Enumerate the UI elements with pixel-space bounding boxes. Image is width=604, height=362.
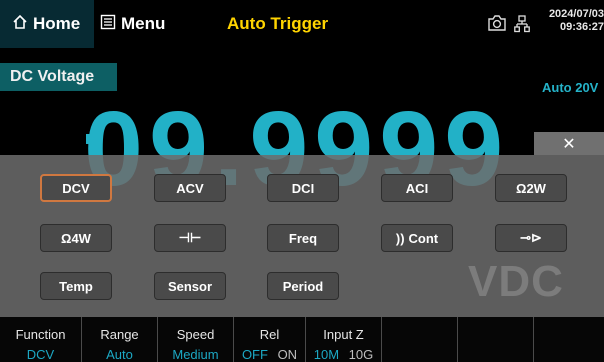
top-bar: Home Menu Auto Trigger 2024/07/03 09:36:… [0, 0, 604, 48]
softkey-input-z-label: Input Z [323, 327, 364, 342]
home-label: Home [33, 14, 81, 33]
measurement-function-badge: DC Voltage [0, 63, 117, 91]
capacitance-button[interactable]: ⊣⊢ [154, 224, 226, 252]
clock: 2024/07/03 09:36:27 [537, 8, 604, 34]
softkey-bar: Function DCV Range Auto Speed Medium Rel… [0, 317, 604, 362]
softkey-function-value: DCV [26, 347, 55, 362]
rel-off-option: OFF [241, 347, 268, 362]
freq-button[interactable]: Freq [267, 224, 339, 252]
menu-icon [100, 14, 116, 35]
network-icon [514, 15, 530, 38]
softkey-range-label: Range [100, 327, 139, 342]
trigger-mode-title: Auto Trigger [227, 14, 329, 33]
softkey-input-z[interactable]: Input Z 10M 10G [306, 317, 382, 362]
unit-label: VDC [468, 257, 564, 306]
aci-button[interactable]: ACI [381, 174, 453, 202]
dcv-label: DCV [62, 180, 90, 196]
inputz-10g-option: 10G [348, 347, 374, 362]
time-text: 09:36:27 [559, 21, 604, 33]
softkey-rel[interactable]: Rel OFF ON [234, 317, 306, 362]
resistance-2w-label: Ω2W [516, 180, 546, 196]
sensor-label: Sensor [167, 278, 213, 294]
sound-icon: )) [395, 230, 405, 246]
menu-label: Menu [121, 14, 166, 33]
capacitor-icon: ⊣⊢ [178, 230, 202, 245]
softkey-function-label: Function [15, 327, 66, 342]
rel-on-option: ON [277, 347, 298, 362]
aci-label: ACI [405, 180, 429, 196]
acv-button[interactable]: ACV [154, 174, 226, 202]
period-label: Period [282, 278, 324, 294]
softkey-function[interactable]: Function DCV [0, 317, 82, 362]
freq-label: Freq [288, 230, 318, 246]
resistance-2w-button[interactable]: Ω2W [495, 174, 567, 202]
continuity-button[interactable]: )) Cont [381, 224, 453, 252]
dci-label: DCI [291, 180, 315, 196]
home-icon [12, 14, 28, 35]
dci-button[interactable]: DCI [267, 174, 339, 202]
resistance-4w-label: Ω4W [61, 230, 91, 246]
softkey-empty-7[interactable] [458, 317, 534, 362]
softkey-input-z-value: 10M 10G [306, 347, 381, 362]
sensor-button[interactable]: Sensor [154, 272, 226, 300]
period-button[interactable]: Period [267, 272, 339, 300]
resistance-4w-button[interactable]: Ω4W [40, 224, 112, 252]
close-panel-button[interactable]: ✕ [534, 132, 604, 155]
camera-icon[interactable] [487, 14, 507, 37]
softkey-range-value: Auto [106, 347, 133, 362]
diode-button[interactable]: ⊸⊳ [495, 224, 567, 252]
softkey-speed[interactable]: Speed Medium [158, 317, 234, 362]
diode-icon: ⊸⊳ [520, 230, 542, 245]
inputz-10m-option: 10M [313, 347, 340, 362]
acv-label: ACV [176, 180, 204, 196]
softkey-speed-label: Speed [176, 327, 215, 342]
home-tab[interactable]: Home [0, 0, 94, 48]
dcv-button[interactable]: DCV [40, 174, 112, 202]
softkey-range[interactable]: Range Auto [82, 317, 158, 362]
softkey-rel-value: OFF ON [234, 347, 305, 362]
menu-tab[interactable]: Menu [100, 0, 165, 48]
softkey-empty-8[interactable] [534, 317, 604, 362]
date-text: 2024/07/03 [548, 8, 604, 20]
temp-button[interactable]: Temp [40, 272, 112, 300]
cont-label: Cont [408, 230, 439, 246]
range-indicator: Auto 20V [542, 80, 599, 95]
softkey-speed-value: Medium [172, 347, 219, 362]
softkey-empty-6[interactable] [382, 317, 458, 362]
temp-label: Temp [59, 278, 93, 294]
softkey-rel-label: Rel [259, 327, 280, 342]
close-icon: ✕ [562, 135, 576, 153]
